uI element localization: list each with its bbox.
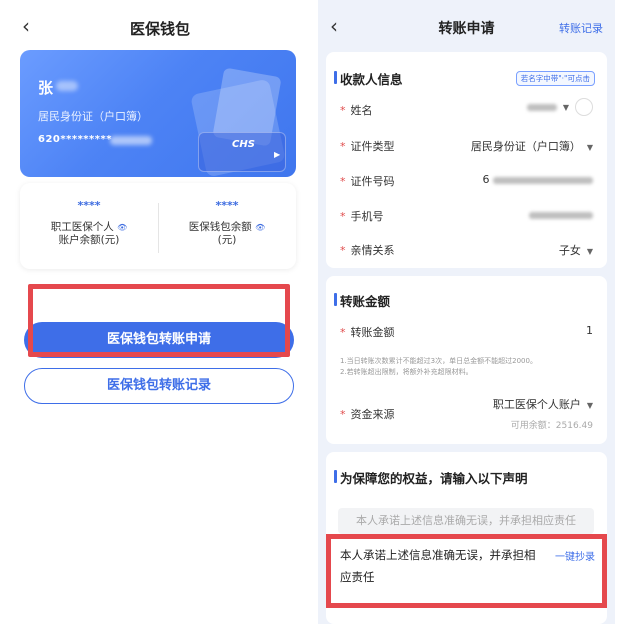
statement-template: 本人承诺上述信息准确无误，并承担相应责任 xyxy=(338,508,594,534)
balance-panel: **** 职工医保个人 👁︎ 账户余额(元) **** 医保钱包余额 👁︎ (元… xyxy=(20,183,296,269)
id-type: 居民身份证（户口簿） xyxy=(38,110,148,123)
balance-label-line2: 账户余额(元) xyxy=(58,234,120,246)
chevron-down-icon: ▼ xyxy=(586,143,593,152)
eye-icon[interactable]: 👁︎ xyxy=(117,223,127,232)
page-title: 医保钱包 xyxy=(129,20,190,38)
section-title: 收款人信息 xyxy=(340,72,403,87)
id-type-label: * 证件类型 xyxy=(340,140,395,153)
eye-icon[interactable]: 👁︎ xyxy=(255,223,265,232)
section-marker xyxy=(334,293,337,306)
balance-label-line1: 职工医保个人 xyxy=(50,221,114,233)
limit-hint-1: 1.当日转账次数累计不能超过3次，单日总金额不能超过2000。 xyxy=(340,357,537,365)
chevron-down-icon: ▼ xyxy=(586,247,593,256)
personal-account-balance: **** 职工医保个人 👁︎ 账户余额(元) xyxy=(20,183,158,269)
transfer-records-button[interactable]: 医保钱包转账记录 xyxy=(24,368,294,404)
chevron-down-icon: ▼ xyxy=(586,401,593,410)
limit-hint-2: 2.若转账超出限制，将额外补充超限材料。 xyxy=(340,368,473,376)
section-title: 转账金额 xyxy=(340,294,391,309)
card-decoration xyxy=(198,132,286,172)
phone-mask xyxy=(529,211,593,219)
name-field[interactable]: ▼ xyxy=(526,98,593,116)
balance-label: 医保钱包余额 👁︎ (元) xyxy=(158,221,296,247)
relationship-select[interactable]: 子女 ▼ xyxy=(559,242,593,258)
clear-icon[interactable] xyxy=(575,98,593,116)
phone-field[interactable] xyxy=(529,208,593,221)
fund-source-label: * 资金来源 xyxy=(340,408,395,421)
id-number: 620********* xyxy=(38,134,112,145)
name-label: * 姓名 xyxy=(340,104,373,117)
cardholder-name: 张 xyxy=(38,79,54,97)
name-dot-tag[interactable]: 若名字中带"·"可点击 xyxy=(515,71,595,86)
balance-label-line2: (元) xyxy=(217,234,237,246)
transfer-records-link[interactable]: 转账记录 xyxy=(559,20,603,36)
right-screen: ‹ 转账申请 转账记录 收款人信息 若名字中带"·"可点击 * 姓名 ▼ * 证件类… xyxy=(318,0,615,624)
left-screen: ‹ 医保钱包 CHS ▶ 张 居民身份证（户口簿） 620********* *… xyxy=(8,0,312,624)
amount-section: 转账金额 * 转账金额 1 1.当日转账次数累计不能超过3次，单日总金额不能超过2… xyxy=(326,276,607,444)
chs-logo: CHS xyxy=(232,139,255,150)
amount-input[interactable]: 1 xyxy=(586,324,593,337)
name-mask xyxy=(526,103,557,111)
name-mask xyxy=(56,81,78,91)
highlight-frame xyxy=(326,534,607,608)
id-number-field[interactable]: 6 xyxy=(483,173,593,186)
balance-value: **** xyxy=(77,199,101,212)
payee-section: 收款人信息 若名字中带"·"可点击 * 姓名 ▼ * 证件类型 居民身份证（户口簿）… xyxy=(326,52,607,268)
insurance-card[interactable]: CHS ▶ 张 居民身份证（户口簿） 620********* xyxy=(20,50,296,177)
section-marker xyxy=(334,71,337,84)
balance-label-line1: 医保钱包余额 xyxy=(188,221,252,233)
section-marker xyxy=(334,470,337,483)
section-title: 为保障您的权益，请输入以下声明 xyxy=(340,471,528,486)
top-nav: ‹ 转账申请 转账记录 xyxy=(318,0,615,50)
id-number-label: * 证件号码 xyxy=(340,175,395,188)
amount-label: * 转账金额 xyxy=(340,326,395,339)
id-number-mask xyxy=(493,176,593,184)
fund-source-select[interactable]: 职工医保个人账户 ▼ xyxy=(493,396,593,412)
balance-label: 职工医保个人 👁︎ 账户余额(元) xyxy=(20,221,158,247)
id-type-select[interactable]: 居民身份证（户口簿） ▼ xyxy=(471,138,593,154)
chevron-down-icon: ▼ xyxy=(562,103,569,112)
wallet-balance: **** 医保钱包余额 👁︎ (元) xyxy=(158,183,296,269)
id-mask xyxy=(110,136,152,145)
relationship-label: * 亲情关系 xyxy=(340,244,395,257)
phone-label: * 手机号 xyxy=(340,210,384,223)
balance-value: **** xyxy=(215,199,239,212)
highlight-frame xyxy=(28,284,290,357)
play-icon: ▶ xyxy=(274,150,281,159)
available-balance: 可用余额：2516.49 xyxy=(510,421,593,431)
